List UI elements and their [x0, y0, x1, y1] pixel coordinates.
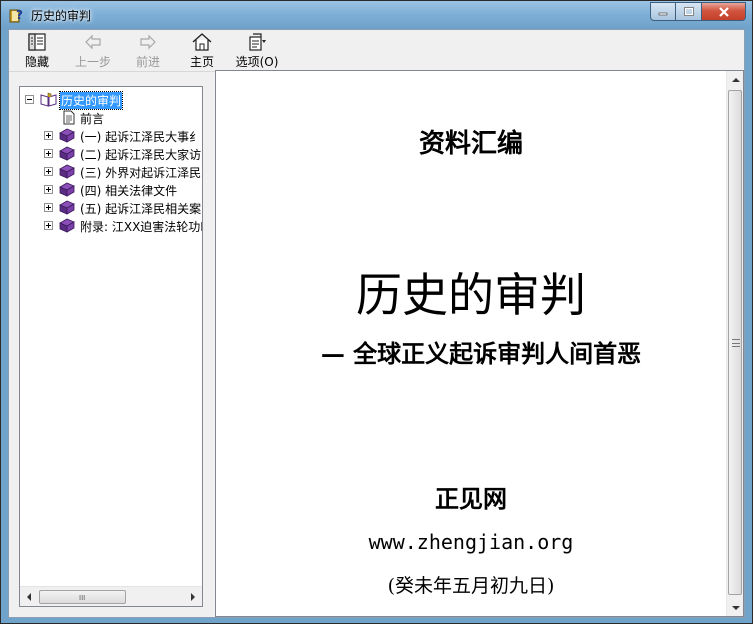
forward-label: 前进: [135, 55, 160, 69]
contents-tree: 历史的审判 前言 (一) 起诉江泽民大事纟 (二) 起诉江泽民大家访 (三) 外…: [20, 87, 202, 586]
forward-button[interactable]: 前进: [133, 32, 163, 70]
back-arrow-icon: [85, 34, 101, 50]
page-icon: [63, 110, 75, 125]
close-icon: [718, 6, 729, 17]
forward-arrow-icon: [140, 34, 156, 50]
tree-root[interactable]: 历史的审判: [20, 91, 202, 110]
content-url[interactable]: www.zhengjian.org: [216, 530, 726, 554]
expand-icon[interactable]: [44, 203, 53, 212]
home-label: 主页: [189, 55, 214, 69]
content-date: (癸未年五月初九日): [387, 575, 555, 597]
scroll-up-button[interactable]: [727, 71, 744, 88]
closed-book-icon: [59, 182, 75, 197]
tree-item-label[interactable]: (二) 起诉江泽民大家访: [80, 146, 201, 163]
tree-item-label[interactable]: 前言: [80, 110, 104, 127]
caption-buttons: [650, 2, 746, 21]
tree-item[interactable]: (二) 起诉江泽民大家访: [20, 145, 202, 163]
window-title: 历史的审判: [31, 9, 92, 23]
content-subtitle: — 全球正义起诉审判人间首恶: [320, 339, 642, 368]
hide-pane-icon: [28, 33, 46, 51]
tree-item[interactable]: (四) 相关法律文件: [20, 181, 202, 199]
back-label: 上一步: [74, 55, 111, 69]
minimize-icon: [658, 12, 668, 15]
content-pane: 资料汇编 历史的审判 — 全球正义起诉审判人间首恶 正见网 www.zhengj…: [215, 70, 744, 617]
scroll-down-button[interactable]: [727, 599, 744, 616]
navigation-pane: 历史的审判 前言 (一) 起诉江泽民大事纟 (二) 起诉江泽民大家访 (三) 外…: [19, 86, 203, 607]
toolbar: 隐藏 上一步 前进 主页 选项(O): [9, 30, 744, 72]
maximize-button[interactable]: [676, 2, 702, 21]
content-title: 历史的审判: [356, 268, 586, 322]
title-bar[interactable]: ? 历史的审判: [1, 1, 752, 29]
vertical-scrollbar[interactable]: [726, 71, 743, 616]
expand-icon[interactable]: [44, 131, 53, 140]
tree-item[interactable]: 前言: [20, 109, 202, 127]
vertical-scroll-thumb[interactable]: [728, 90, 742, 595]
closed-book-icon: [59, 200, 75, 215]
home-icon: [192, 33, 212, 51]
expand-icon[interactable]: [44, 149, 53, 158]
chevron-down-icon: [731, 605, 740, 610]
close-button[interactable]: [702, 2, 746, 21]
content-site-name: 正见网: [435, 484, 507, 513]
expand-icon[interactable]: [44, 221, 53, 230]
options-icon: [249, 33, 266, 51]
expand-icon[interactable]: [44, 167, 53, 176]
scroll-right-button[interactable]: [185, 589, 201, 605]
tree-item[interactable]: (三) 外界对起诉江泽民: [20, 163, 202, 181]
content-heading: 资料汇编: [418, 129, 523, 159]
maximize-icon: [683, 7, 694, 16]
tree-item[interactable]: (一) 起诉江泽民大事纟: [20, 127, 202, 145]
scroll-grip-icon: [732, 339, 740, 347]
hide-label: 隐藏: [24, 55, 49, 69]
tree-item[interactable]: 附录: 江XX迫害法轮功E: [20, 217, 202, 235]
home-button[interactable]: 主页: [187, 32, 217, 70]
tree-item-label[interactable]: (四) 相关法律文件: [80, 182, 177, 199]
chevron-right-icon: [191, 593, 195, 601]
closed-book-icon: [59, 164, 75, 179]
help-window: ? 历史的审判 隐藏 上一步 前进 主页 选项(O) 历史的审判 前言 (一) …: [0, 0, 753, 624]
options-label: 选项(O): [235, 55, 279, 69]
closed-book-icon: [59, 218, 75, 233]
client-frame: 隐藏 上一步 前进 主页 选项(O) 历史的审判 前言 (一) 起诉江泽民大事纟…: [8, 29, 745, 618]
collapse-icon[interactable]: [25, 95, 34, 104]
scroll-left-button[interactable]: [21, 589, 37, 605]
svg-text:?: ?: [16, 8, 23, 22]
options-button[interactable]: 选项(O): [235, 32, 279, 70]
expand-icon[interactable]: [44, 185, 53, 194]
tree-item[interactable]: (五) 起诉江泽民相关案: [20, 199, 202, 217]
chevron-left-icon: [27, 593, 31, 601]
tree-root-label[interactable]: 历史的审判: [58, 91, 124, 110]
tree-item-label[interactable]: (一) 起诉江泽民大事纟: [80, 128, 201, 145]
minimize-button[interactable]: [650, 2, 676, 21]
horizontal-scroll-thumb[interactable]: III: [39, 590, 126, 604]
tree-item-label[interactable]: (五) 起诉江泽民相关案: [80, 200, 201, 217]
horizontal-scrollbar[interactable]: III: [20, 586, 202, 606]
back-button[interactable]: 上一步: [73, 32, 113, 70]
closed-book-icon: [59, 128, 75, 143]
help-book-icon: ?: [9, 8, 23, 23]
closed-book-icon: [59, 146, 75, 161]
topic-content: 资料汇编 历史的审判 — 全球正义起诉审判人间首恶 正见网 www.zhengj…: [216, 71, 726, 616]
chevron-up-icon: [731, 77, 740, 82]
scroll-grip: III: [79, 594, 86, 602]
tree-item-label[interactable]: 附录: 江XX迫害法轮功E: [80, 218, 202, 235]
tree-item-label[interactable]: (三) 外界对起诉江泽民: [80, 164, 201, 181]
open-book-icon: [40, 92, 57, 107]
hide-button[interactable]: 隐藏: [21, 32, 53, 70]
